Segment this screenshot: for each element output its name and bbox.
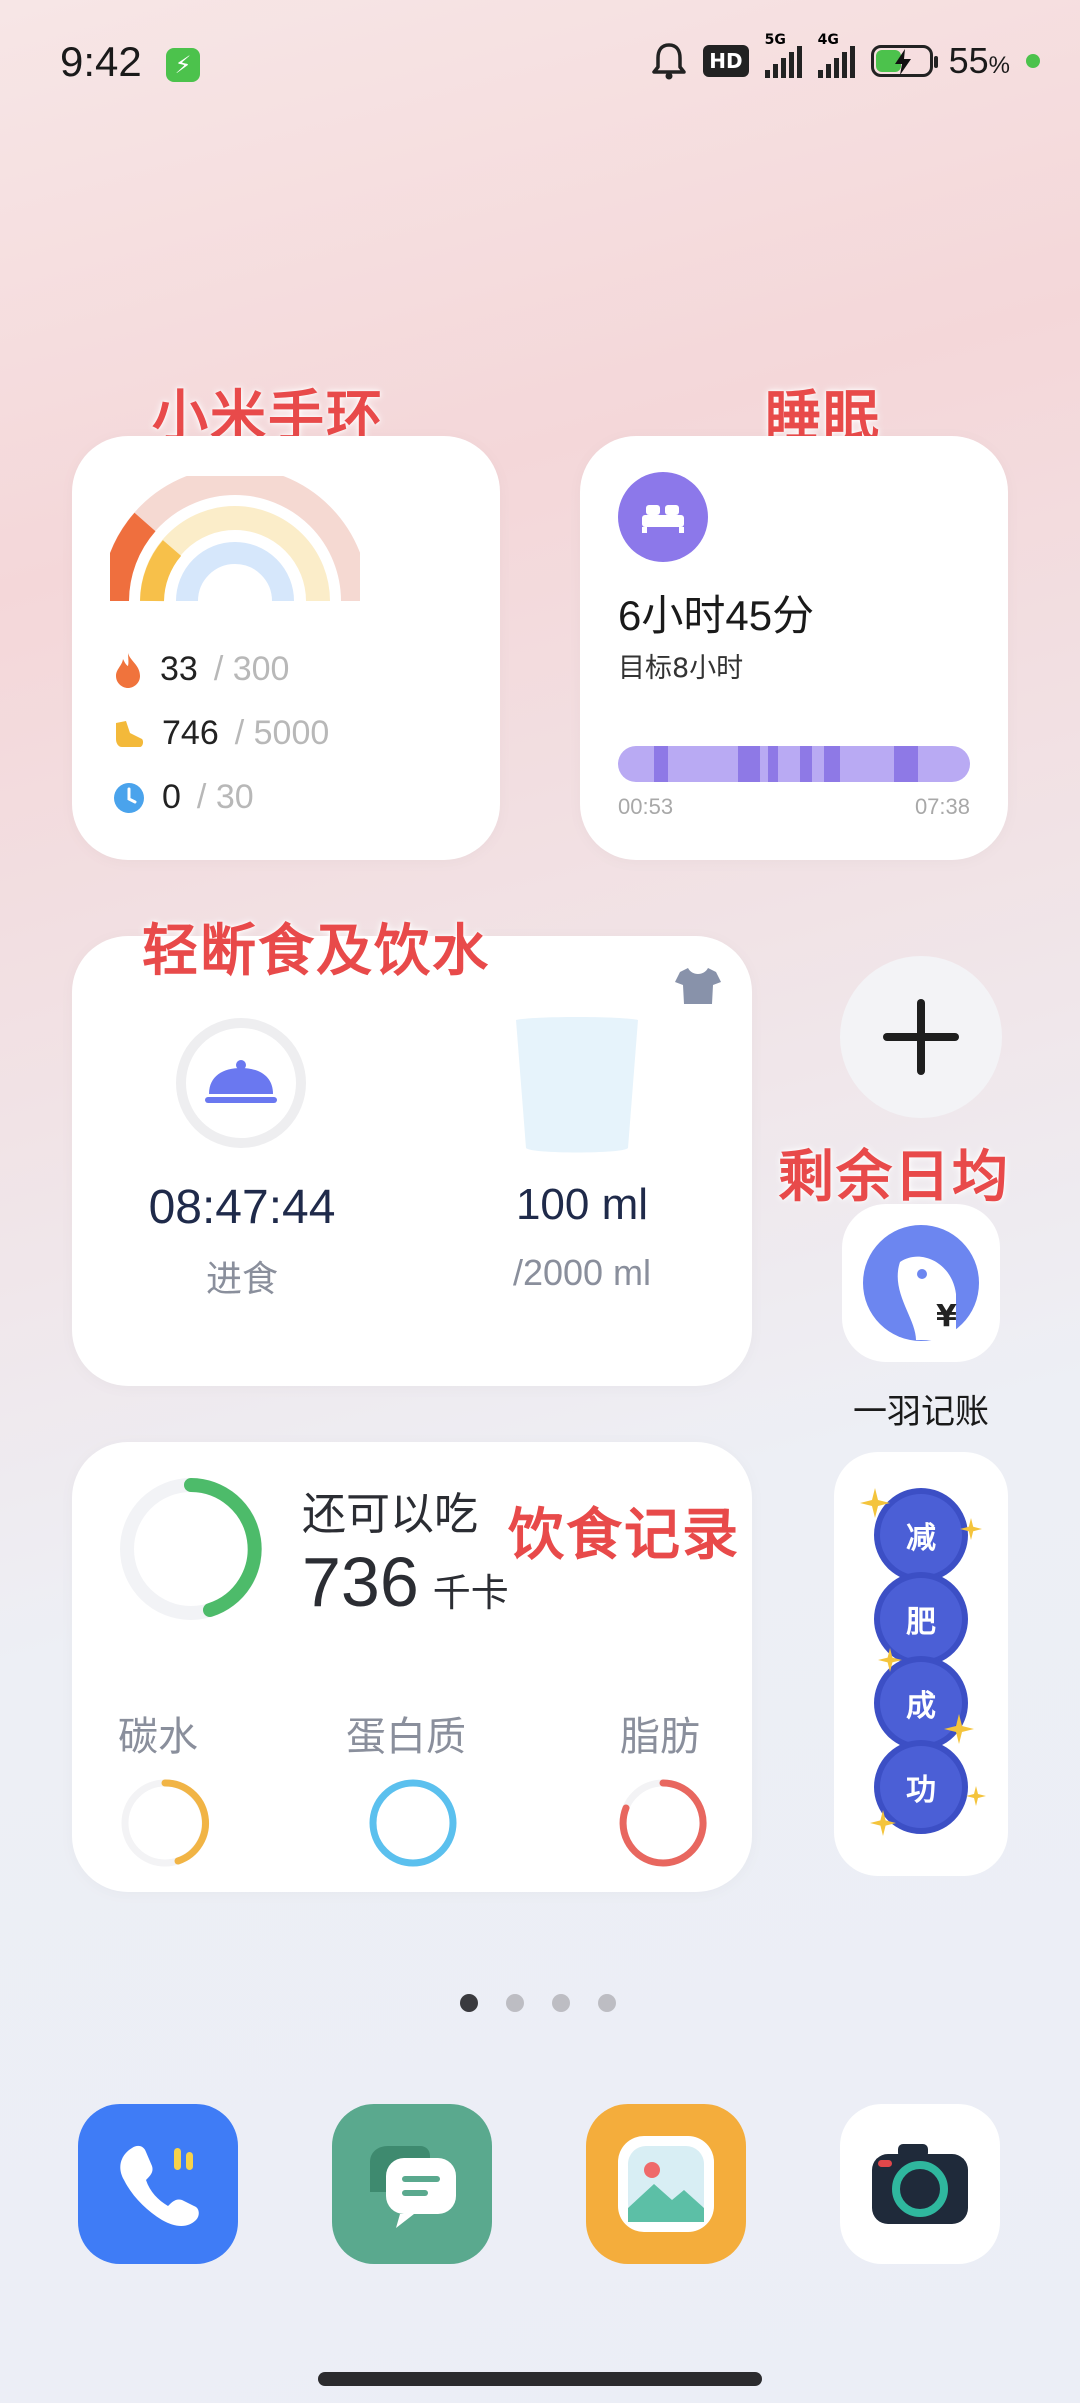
page-dot-4[interactable] bbox=[598, 1994, 616, 2012]
band-widget[interactable]: 33 / 300 746 / 5000 0 / 30 bbox=[72, 436, 500, 860]
annotation-daily: 剩余日均 bbox=[778, 1145, 1010, 1210]
phone-app-icon[interactable] bbox=[78, 2104, 238, 2264]
messages-app-icon[interactable] bbox=[332, 2104, 492, 2264]
star-icon bbox=[878, 1648, 902, 1672]
battery-percent: 55% bbox=[948, 40, 1010, 81]
protein-label: 蛋白质 bbox=[346, 1714, 466, 1760]
flame-icon bbox=[116, 652, 140, 688]
sleep-start: 00:53 bbox=[618, 794, 674, 819]
signal-5g: 5G bbox=[764, 32, 802, 78]
camera-icon bbox=[872, 2144, 968, 2224]
bed-icon bbox=[618, 472, 708, 562]
gallery-icon bbox=[618, 2136, 714, 2232]
ledger-app-icon[interactable]: ¥ bbox=[842, 1204, 1000, 1362]
sleep-timeline bbox=[618, 746, 970, 782]
home-indicator[interactable] bbox=[318, 2372, 762, 2386]
fat-ring bbox=[619, 1779, 707, 1867]
charging-icon: ⚡ bbox=[166, 48, 200, 82]
minutes-value: 0 bbox=[162, 778, 181, 816]
remaining-calories-ring bbox=[120, 1478, 262, 1620]
annotation-diet: 饮食记录 bbox=[508, 1503, 740, 1568]
star-icon bbox=[960, 1518, 982, 1540]
messages-icon bbox=[370, 2146, 456, 2228]
page-dot-2[interactable] bbox=[506, 1994, 524, 2012]
remaining-calories: 736 千卡 bbox=[302, 1542, 509, 1622]
remaining-value: 736 bbox=[302, 1543, 419, 1621]
steps-goal: / 5000 bbox=[234, 714, 330, 752]
svg-text:¥: ¥ bbox=[936, 1299, 957, 1334]
add-widget-button[interactable] bbox=[840, 956, 1002, 1118]
privacy-indicator bbox=[1026, 54, 1040, 68]
sleep-goal: 目标8小时 bbox=[618, 653, 744, 684]
hd-badge: HD bbox=[703, 45, 749, 77]
star-icon bbox=[944, 1714, 974, 1744]
shoe-icon bbox=[116, 720, 144, 747]
fat-label: 脂肪 bbox=[620, 1714, 700, 1760]
sleep-end: 07:38 bbox=[914, 794, 970, 819]
fasting-timer: 08:47:44 bbox=[148, 1181, 336, 1234]
water-goal: /2000 ml bbox=[512, 1252, 652, 1293]
phone-icon bbox=[120, 2145, 199, 2226]
calories-value: 33 bbox=[160, 650, 198, 688]
minutes-row: 0 / 30 bbox=[112, 778, 254, 817]
star-icon bbox=[870, 1810, 896, 1836]
weight-loss-widget[interactable]: 减 肥 成 功 bbox=[834, 1452, 1008, 1876]
bird-yen-icon: ¥ bbox=[863, 1225, 979, 1341]
steps-row: 746 / 5000 bbox=[112, 714, 329, 753]
calories-row: 33 / 300 bbox=[112, 650, 289, 689]
signal-4g: 4G bbox=[817, 32, 855, 78]
bell-icon bbox=[652, 43, 687, 80]
shirt-icon[interactable] bbox=[674, 966, 722, 1006]
battery-icon bbox=[870, 45, 938, 77]
fasting-water-widget[interactable]: 08:47:44 进食 100 ml /2000 ml bbox=[72, 936, 752, 1386]
status-time: 9:42 bbox=[60, 38, 142, 85]
calories-goal: / 300 bbox=[213, 650, 290, 688]
star-icon bbox=[860, 1488, 890, 1518]
status-icons: HD 5G 4G 55% bbox=[651, 32, 1040, 82]
remaining-label: 还可以吃 bbox=[302, 1489, 478, 1540]
activity-rings bbox=[110, 476, 360, 602]
fasting-label: 进食 bbox=[205, 1259, 278, 1300]
star-icon bbox=[966, 1786, 986, 1806]
carbs-ring bbox=[121, 1779, 209, 1867]
annotation-fasting: 轻断食及饮水 bbox=[142, 919, 490, 984]
glass-icon[interactable] bbox=[512, 1016, 642, 1156]
water-value: 100 ml bbox=[515, 1180, 649, 1229]
page-dot-1[interactable] bbox=[460, 1994, 478, 2012]
page-dot-3[interactable] bbox=[552, 1994, 570, 2012]
clock-icon bbox=[114, 782, 144, 813]
plus-icon bbox=[883, 999, 959, 1075]
minutes-goal: / 30 bbox=[196, 778, 254, 816]
dome-icon[interactable] bbox=[176, 1018, 306, 1148]
protein-ring bbox=[369, 1779, 457, 1867]
gallery-app-icon[interactable] bbox=[586, 2104, 746, 2264]
sleep-duration: 6小时45分 bbox=[618, 592, 815, 639]
carbs-label: 碳水 bbox=[118, 1714, 198, 1760]
camera-app-icon[interactable] bbox=[840, 2104, 1000, 2264]
steps-value: 746 bbox=[162, 714, 219, 752]
sleep-widget[interactable]: 6小时45分 目标8小时 00:53 07:38 bbox=[580, 436, 1008, 860]
remaining-unit: 千卡 bbox=[432, 1571, 509, 1615]
ledger-app-label: 一羽记账 bbox=[853, 1392, 989, 1432]
